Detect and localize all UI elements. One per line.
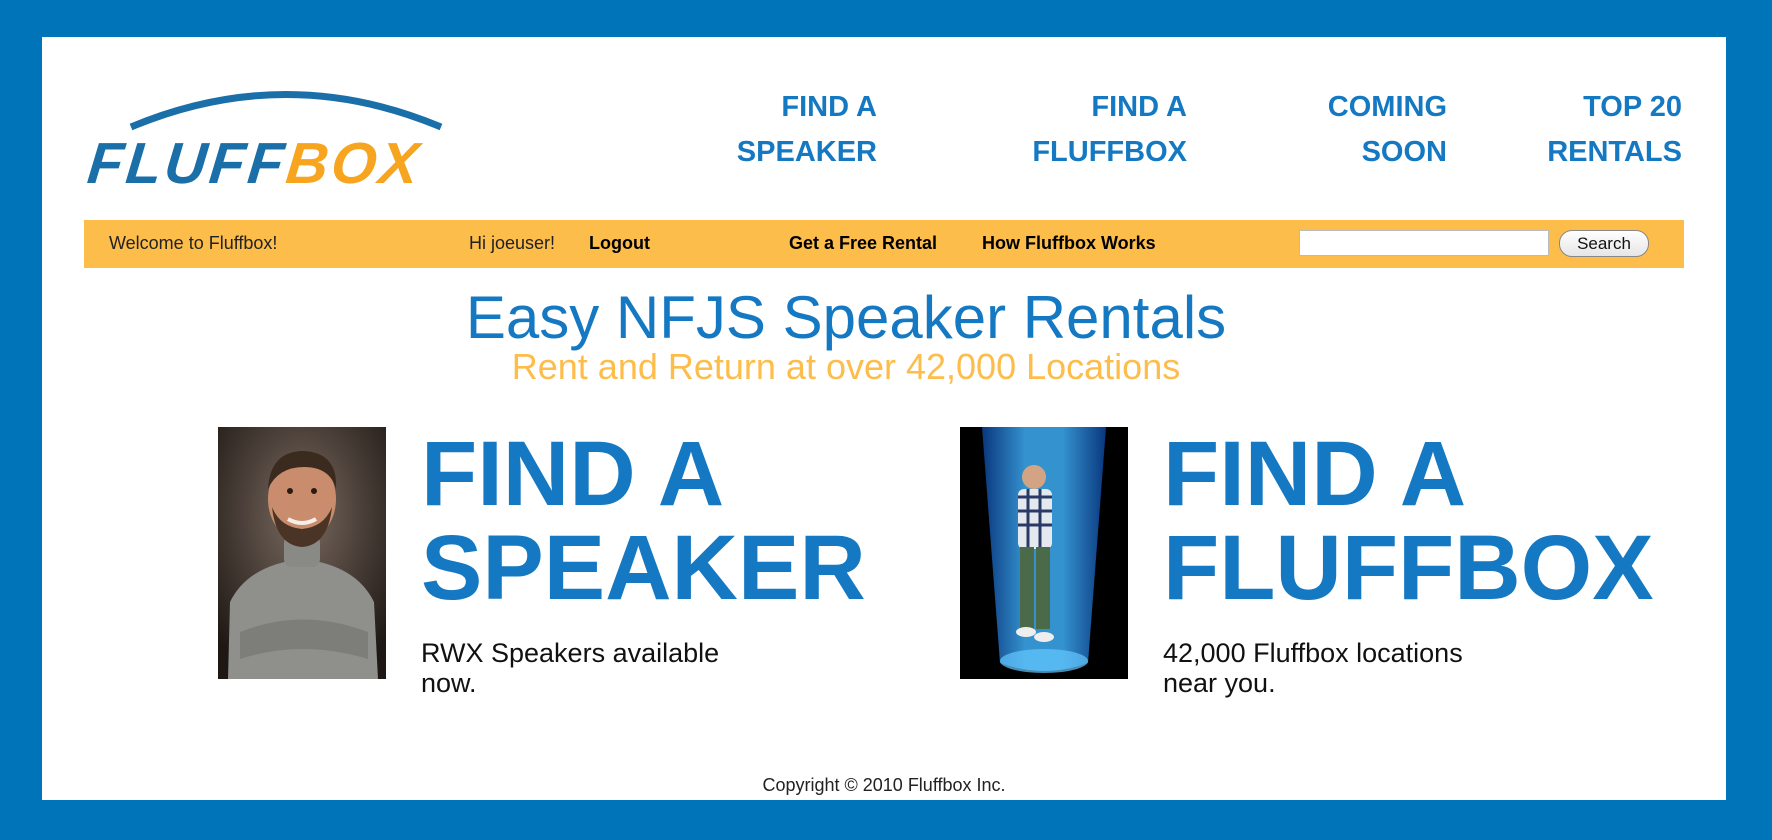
nav-find-a-speaker[interactable]: FIND A SPEAKER — [702, 85, 877, 175]
fluffbox-tube-photo[interactable] — [960, 427, 1128, 679]
promo-find-fluffbox[interactable]: FIND A FLUFFBOX 42,000 Fluffbox location… — [960, 427, 1680, 757]
footer-copyright: Copyright © 2010 Fluffbox Inc. — [762, 775, 1006, 795]
nav-line: FLUFFBOX — [1032, 136, 1187, 168]
nav-line: SOON — [1361, 136, 1447, 168]
speaker-photo-image — [218, 427, 386, 679]
welcome-text: Welcome to Fluffbox! — [109, 233, 278, 253]
page-container: FLUFFBOX FIND A SPEAKER FIND A FLUFFBOX … — [42, 37, 1726, 800]
search-button[interactable]: Search — [1559, 230, 1649, 257]
promo-title[interactable]: FIND A FLUFFBOX — [1163, 427, 1654, 615]
how-it-works-link[interactable]: How Fluffbox Works — [982, 233, 1156, 254]
promo-title-line: FIND A — [1163, 423, 1467, 525]
nav-line: SPEAKER — [736, 136, 877, 168]
promo-description: RWX Speakers available now. — [421, 638, 720, 698]
search-input[interactable] — [1299, 230, 1549, 256]
page-subheadline: Rent and Return at over 42,000 Locations — [511, 346, 1181, 387]
nav-top-20-rentals[interactable]: TOP 20 RENTALS — [1502, 85, 1682, 175]
nav-line: COMING — [1327, 91, 1447, 123]
page-headline: Easy NFJS Speaker Rentals — [465, 284, 1227, 351]
nav-line: RENTALS — [1547, 136, 1682, 168]
utility-bar: Welcome to Fluffbox! Hi joeuser! Logout … — [84, 220, 1684, 268]
nav-find-a-fluffbox[interactable]: FIND A FLUFFBOX — [972, 85, 1187, 175]
promo-description: 42,000 Fluffbox locations near you. — [1163, 638, 1463, 698]
nav-coming-soon[interactable]: COMING SOON — [1232, 85, 1447, 175]
speaker-portrait-photo[interactable] — [218, 427, 386, 679]
promo-title-line: SPEAKER — [421, 517, 866, 619]
promo-find-speaker[interactable]: FIND A SPEAKER RWX Speakers available no… — [218, 427, 866, 757]
nav-line: TOP 20 — [1583, 91, 1682, 123]
fluffbox-photo-image — [960, 427, 1128, 679]
top-navigation: FIND A SPEAKER FIND A FLUFFBOX COMING SO… — [42, 85, 1726, 185]
nav-line: FIND A — [781, 91, 877, 123]
free-rental-link[interactable]: Get a Free Rental — [789, 233, 937, 254]
nav-line: FIND A — [1091, 91, 1187, 123]
promo-title-line: FIND A — [421, 423, 725, 525]
promo-title-line: FLUFFBOX — [1163, 517, 1654, 619]
logout-link[interactable]: Logout — [589, 233, 650, 254]
user-greeting: Hi joeuser! — [469, 233, 556, 253]
promo-title[interactable]: FIND A SPEAKER — [421, 427, 866, 615]
